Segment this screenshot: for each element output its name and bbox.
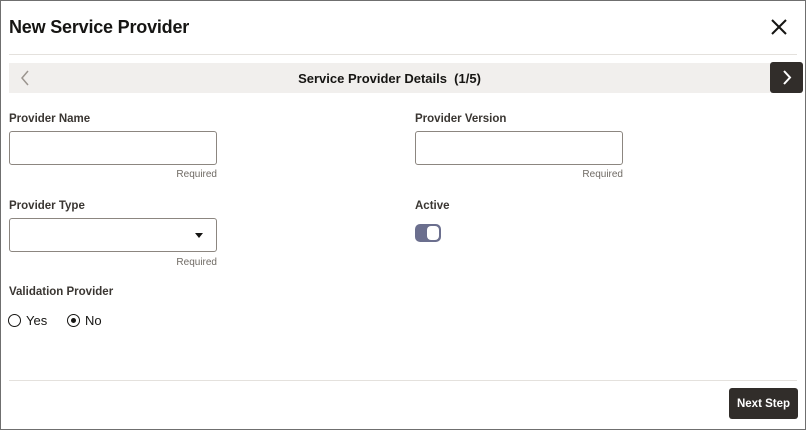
new-service-provider-dialog: New Service Provider Service Provider De…	[0, 0, 806, 430]
radio-circle-icon	[8, 314, 21, 327]
radio-label-no: No	[85, 313, 102, 328]
radio-label-yes: Yes	[26, 313, 48, 328]
provider-name-label: Provider Name	[9, 113, 91, 125]
provider-type-required-hint: Required	[176, 257, 217, 268]
next-step-arrow-button[interactable]	[770, 62, 803, 93]
step-train: Service Provider Details (1/5)	[9, 63, 770, 93]
dialog-title: New Service Provider	[9, 17, 190, 37]
footer-divider	[9, 380, 797, 381]
provider-type-label: Provider Type	[9, 200, 85, 212]
next-step-button[interactable]: Next Step	[729, 388, 798, 419]
toggle-knob	[427, 226, 439, 240]
active-toggle[interactable]	[415, 224, 441, 242]
provider-version-required-hint: Required	[582, 169, 623, 180]
close-icon	[771, 19, 787, 35]
provider-name-input[interactable]	[9, 131, 217, 165]
validation-provider-yes-radio[interactable]: Yes	[8, 312, 48, 330]
radio-selected-icon	[67, 314, 80, 327]
chevron-right-icon	[783, 70, 792, 85]
header-divider	[9, 54, 797, 55]
caret-down-icon	[195, 233, 203, 238]
close-button[interactable]	[763, 11, 795, 43]
radio-dot	[71, 318, 76, 323]
validation-provider-no-radio[interactable]: No	[67, 312, 107, 330]
active-label: Active	[415, 200, 450, 212]
provider-name-required-hint: Required	[176, 169, 217, 180]
provider-type-select[interactable]	[9, 218, 217, 252]
provider-version-input[interactable]	[415, 131, 623, 165]
step-title: Service Provider Details (1/5)	[298, 71, 481, 86]
validation-provider-label: Validation Provider	[9, 286, 114, 298]
provider-version-label: Provider Version	[415, 113, 507, 125]
